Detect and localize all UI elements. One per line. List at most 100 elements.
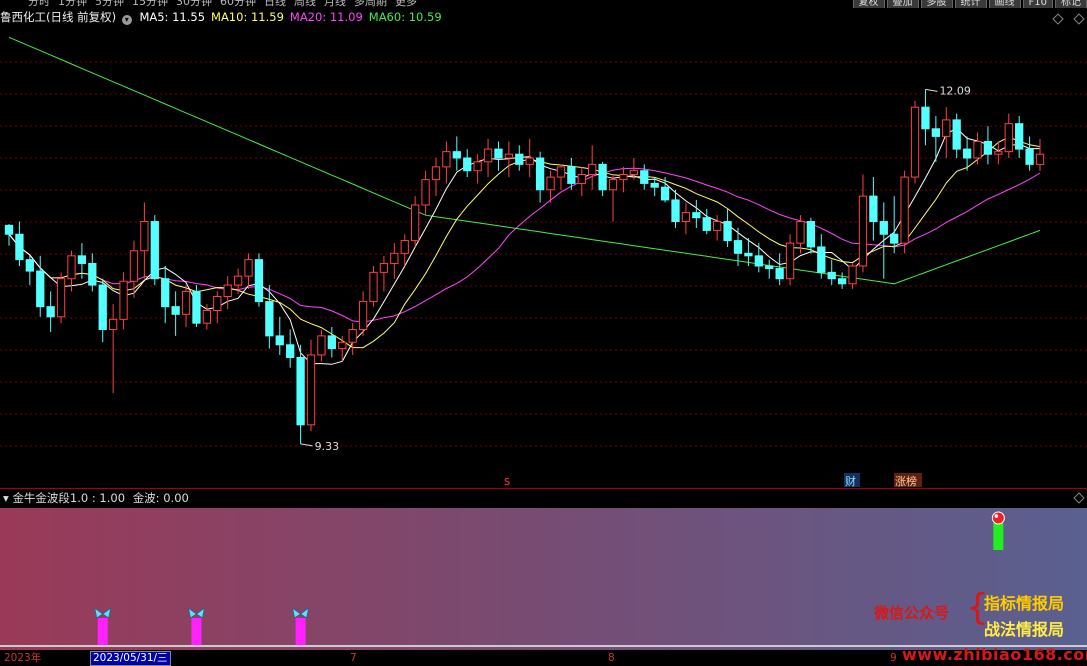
candle-body <box>275 335 284 346</box>
candlestick-chart[interactable]: 12.09 9.33 s 财 涨榜 <box>0 26 1087 488</box>
toolbar-button[interactable]: 标记 <box>1055 0 1087 8</box>
red-ball-icon <box>991 511 1005 525</box>
period-tab[interactable]: 分时 <box>28 0 50 8</box>
candle-body <box>286 344 295 358</box>
candle-body <box>785 242 795 280</box>
axis-month-8: 8 <box>608 652 615 664</box>
candle-body <box>702 217 711 231</box>
candle-body <box>140 221 149 252</box>
period-tab[interactable]: 60分钟 <box>220 0 256 8</box>
watermark-site: www.zhibiao168.com <box>902 645 1087 664</box>
signal-pink-bar <box>191 618 202 646</box>
indicator-pane[interactable]: 微信公众号 { 指标情报局 战法情报局 <box>0 508 1087 650</box>
toolbar-button[interactable]: 画线 <box>988 0 1021 8</box>
high-price-label: 12.09 <box>939 84 971 97</box>
candle-body <box>442 151 451 168</box>
candle-body <box>848 265 857 285</box>
candle-body <box>598 163 607 191</box>
candle-body <box>369 271 378 303</box>
event-zhangbang-marker: 涨榜 <box>895 474 917 488</box>
axis-month-7: 7 <box>350 652 357 664</box>
cursor-date: 2023/05/31/三 <box>90 651 171 666</box>
candle-body <box>265 301 274 337</box>
toolbar-button[interactable]: 叠加 <box>886 0 919 8</box>
candle-body <box>619 174 628 181</box>
candle-body <box>483 148 493 163</box>
candle-body <box>515 153 524 165</box>
candle-body <box>25 259 34 272</box>
period-tab[interactable]: 日线 <box>264 0 286 8</box>
candle-body <box>379 262 389 273</box>
candle-body <box>962 148 972 159</box>
ma-label: MA5: 11.55 <box>139 10 206 24</box>
candle-body <box>754 255 763 267</box>
indicator-name: 金牛金波段1.0 : 1.00 <box>12 491 126 505</box>
period-toolbar: 分时 1分钟 5分钟 15分钟 30分钟 60分钟 日线 周线 月线 多周期 更多 复权 叠加 多股 统计… <box>0 0 1087 8</box>
candle-body <box>650 182 659 188</box>
candle-body <box>213 295 222 311</box>
candle-body <box>327 335 336 350</box>
candle-body <box>942 119 951 137</box>
candle-body <box>879 221 888 235</box>
ma10-line <box>8 136 1041 349</box>
candle-body <box>202 309 212 324</box>
candle-body <box>452 151 461 159</box>
period-tab[interactable]: 15分钟 <box>132 0 168 8</box>
candle-body <box>67 255 76 280</box>
watermark-zhibiao: 指标情报局 <box>984 594 1065 613</box>
candle-body <box>608 179 618 191</box>
candle-body <box>338 341 347 350</box>
candle-body <box>161 278 170 308</box>
candle-body <box>119 280 128 320</box>
candle-body <box>671 199 680 223</box>
candle-body <box>973 140 982 159</box>
candle-body <box>411 204 420 242</box>
candle-body <box>588 163 597 176</box>
candle-body <box>535 157 545 191</box>
candle-body <box>494 148 503 159</box>
period-tab[interactable]: 更多 <box>395 0 417 8</box>
candle-body <box>681 212 691 223</box>
period-tab[interactable]: 1分钟 <box>58 0 87 8</box>
candle-body <box>56 278 66 318</box>
period-tab[interactable]: 多周期 <box>354 0 387 8</box>
candle-body <box>36 270 45 308</box>
candle-body <box>910 106 920 178</box>
period-tab[interactable]: 月线 <box>324 0 346 8</box>
candle-body <box>921 106 930 130</box>
candle-body <box>827 271 836 280</box>
candle-body <box>358 301 368 331</box>
period-tab[interactable]: 周线 <box>294 0 316 8</box>
stock-title[interactable]: 鲁西化工(日线 前复权) <box>0 10 116 24</box>
signal-pink-bar <box>295 618 306 646</box>
candle-body <box>390 252 399 264</box>
candle-body <box>77 255 87 264</box>
candle-body <box>296 356 305 426</box>
toolbar-button[interactable]: 多股 <box>920 0 953 8</box>
toolbar-button[interactable]: 复权 <box>852 0 885 8</box>
candle-body <box>15 233 24 261</box>
period-tab[interactable]: 30分钟 <box>176 0 212 8</box>
toolbar-button[interactable]: F10 <box>1022 0 1053 8</box>
butterfly-icon <box>94 607 112 619</box>
jinbo-value: 金波: 0.00 <box>132 491 189 505</box>
red-ball-highlight <box>994 514 999 518</box>
candle-body <box>890 233 899 244</box>
period-tab[interactable]: 5分钟 <box>95 0 124 8</box>
candle-body <box>306 354 316 426</box>
toolbar-button[interactable]: 统计 <box>954 0 987 8</box>
candle-body <box>952 119 961 150</box>
high-price-pointer <box>925 88 938 92</box>
candle-body <box>1035 153 1045 165</box>
candle-body <box>733 240 743 254</box>
candle-body <box>504 153 514 159</box>
indicator-dropdown-icon[interactable]: ▾ <box>3 491 9 505</box>
candle-body <box>348 329 357 343</box>
signal-green-bar <box>993 523 1004 550</box>
candle-body <box>931 128 941 137</box>
watermark-zhanfa: 战法情报局 <box>984 620 1065 639</box>
candle-body <box>421 179 430 206</box>
candle-body <box>525 157 534 165</box>
settings-dropdown-icon[interactable]: ▾ <box>121 15 132 25</box>
candle-body <box>1004 123 1013 153</box>
